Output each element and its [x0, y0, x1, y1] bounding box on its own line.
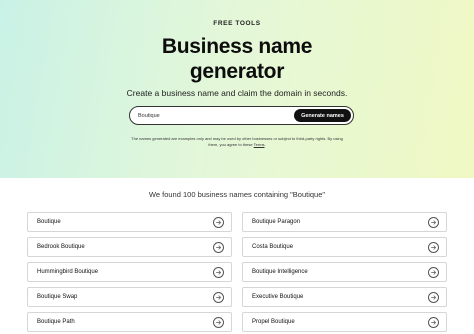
results-heading: We found 100 business names containing "… [148, 190, 326, 199]
generate-names-button[interactable]: Generate names [294, 109, 351, 122]
arrow-right-circle-icon[interactable] [213, 266, 224, 278]
arrow-right-circle-icon[interactable] [428, 216, 439, 228]
eyebrow-label: FREE TOOLS [213, 20, 261, 27]
disclaimer-text: The names generated are examples only an… [131, 136, 343, 147]
result-name: Propel Boutique [252, 319, 295, 325]
result-name: Executive Boutique [252, 294, 304, 300]
arrow-right-circle-icon[interactable] [428, 266, 439, 278]
result-name: Boutique Paragon [252, 219, 301, 225]
result-name: Boutique [37, 219, 61, 225]
disclaimer: The names generated are examples only an… [131, 136, 343, 147]
arrow-right-circle-icon[interactable] [213, 291, 224, 303]
result-card[interactable]: Bedrook Boutique [27, 237, 232, 257]
page-subtitle: Create a business name and claim the dom… [126, 88, 348, 98]
result-card[interactable]: Boutique Paragon [242, 212, 447, 232]
page-title-line-1: Business name [161, 35, 313, 58]
arrow-right-circle-icon[interactable] [213, 316, 224, 328]
result-card[interactable]: Propel Boutique [242, 312, 447, 332]
hero-section: FREE TOOLS Business name generator Creat… [0, 0, 474, 178]
result-card[interactable]: Hummingbird Boutique [27, 262, 232, 282]
terms-link[interactable]: Terms [254, 142, 265, 147]
result-name: Boutique Path [37, 319, 75, 325]
arrow-right-circle-icon[interactable] [428, 291, 439, 303]
search-input[interactable] [138, 110, 288, 122]
result-name: Boutique Swap [37, 294, 78, 300]
page-title-line-2: generator [189, 60, 285, 83]
arrow-right-circle-icon[interactable] [213, 216, 224, 228]
result-card[interactable]: Boutique Intelligence [242, 262, 447, 282]
result-card[interactable]: Boutique [27, 212, 232, 232]
arrow-right-circle-icon[interactable] [428, 316, 439, 328]
result-name: Bedrook Boutique [37, 244, 85, 250]
arrow-right-circle-icon[interactable] [213, 241, 224, 253]
result-card[interactable]: Boutique Path [27, 312, 232, 332]
page-title: Business name generator [0, 34, 474, 84]
business-name-search: Generate names [129, 106, 354, 125]
result-name: Costa Boutique [252, 244, 294, 250]
result-name: Boutique Intelligence [252, 269, 308, 275]
result-card[interactable]: Executive Boutique [242, 287, 447, 307]
result-card[interactable]: Boutique Swap [27, 287, 232, 307]
arrow-right-circle-icon[interactable] [428, 241, 439, 253]
result-card[interactable]: Costa Boutique [242, 237, 447, 257]
result-name: Hummingbird Boutique [37, 269, 99, 275]
